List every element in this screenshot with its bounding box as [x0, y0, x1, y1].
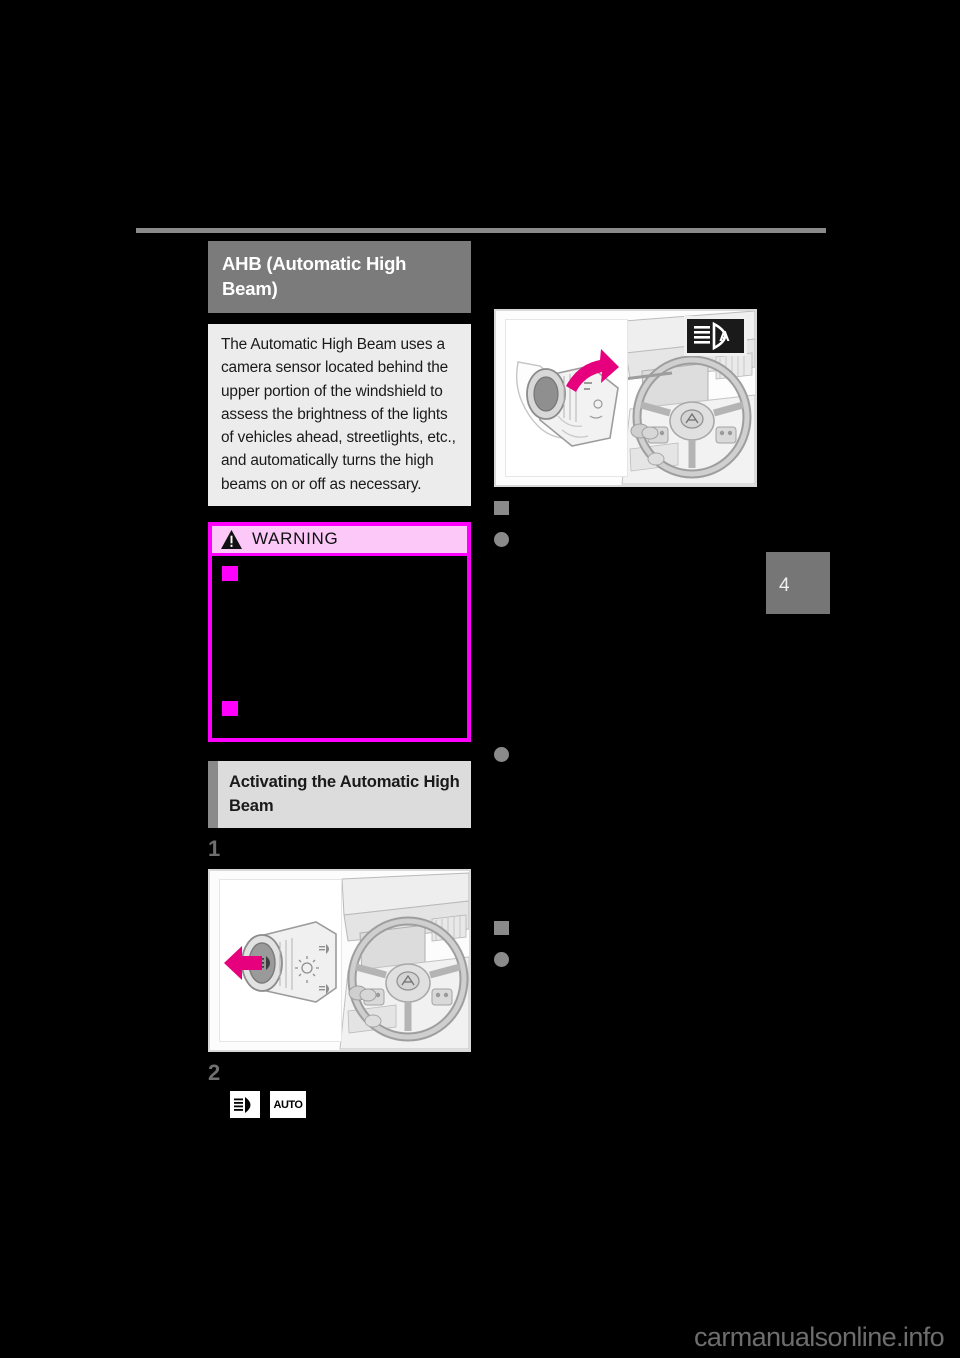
list-item — [494, 744, 756, 762]
turn-signal-lever-push-illustration: A — [494, 309, 757, 487]
section-header-2 — [494, 917, 756, 935]
svg-text:A: A — [719, 328, 730, 345]
step-1: 1 — [208, 838, 471, 860]
subsection-heading-text: Activating the Automatic High Beam — [229, 772, 460, 816]
square-bullet-icon — [222, 566, 238, 582]
dot-bullet-icon — [494, 532, 509, 547]
ahb-indicator-svg: A — [693, 322, 730, 350]
ahb-indicator-icon: A — [684, 316, 747, 356]
step-number: 1 — [208, 836, 221, 862]
section-header-1 — [494, 497, 756, 515]
warning-label: WARNING — [252, 529, 339, 549]
subsection-edge-bar — [208, 761, 218, 829]
step-number: 2 — [208, 1060, 221, 1086]
content-gap — [494, 547, 756, 730]
headlight-beam-icon — [230, 1091, 260, 1119]
warning-body — [212, 556, 467, 738]
square-bullet-icon — [494, 501, 509, 515]
list-item — [494, 529, 756, 547]
headlight-beam-svg — [234, 1096, 251, 1113]
step2-symbol-row: AUTO — [230, 1091, 471, 1119]
page-header-rule — [136, 228, 826, 233]
warning-header: WARNING — [212, 526, 467, 557]
list-item — [494, 949, 756, 967]
switch-closeup-inset — [219, 879, 342, 1043]
left-column: AHB (Automatic High Beam) The Automatic … — [208, 241, 471, 1119]
chapter-number: 4 — [779, 575, 790, 596]
watermark: carmanualsonline.info — [694, 1322, 945, 1352]
manual-page: AHB (Automatic High Beam) The Automatic … — [0, 0, 960, 1358]
page-title: AHB (Automatic High Beam) — [208, 241, 471, 313]
warning-spacer — [222, 581, 457, 701]
right-column: A — [494, 300, 757, 967]
headlight-switch-dial-illustration — [208, 869, 471, 1053]
auto-mode-icon: AUTO — [270, 1091, 306, 1119]
step-2: 2 — [208, 1062, 471, 1084]
content-gap — [494, 762, 756, 907]
square-bullet-icon — [494, 921, 509, 935]
intro-paragraph: The Automatic High Beam uses a camera se… — [208, 324, 471, 507]
dot-bullet-icon — [494, 747, 509, 762]
warning-box: WARNING — [208, 522, 471, 743]
warning-triangle-icon — [221, 529, 242, 549]
dot-bullet-icon — [494, 952, 509, 967]
warning-item — [222, 701, 457, 717]
chapter-tab: 4 — [766, 552, 830, 614]
lever-closeup-svg — [506, 320, 627, 476]
light-switch-closeup-svg — [220, 880, 341, 1042]
warning-item — [222, 566, 457, 582]
lever-closeup-inset — [505, 319, 628, 477]
subsection-heading: Activating the Automatic High Beam — [208, 761, 471, 829]
square-bullet-icon — [222, 701, 238, 717]
